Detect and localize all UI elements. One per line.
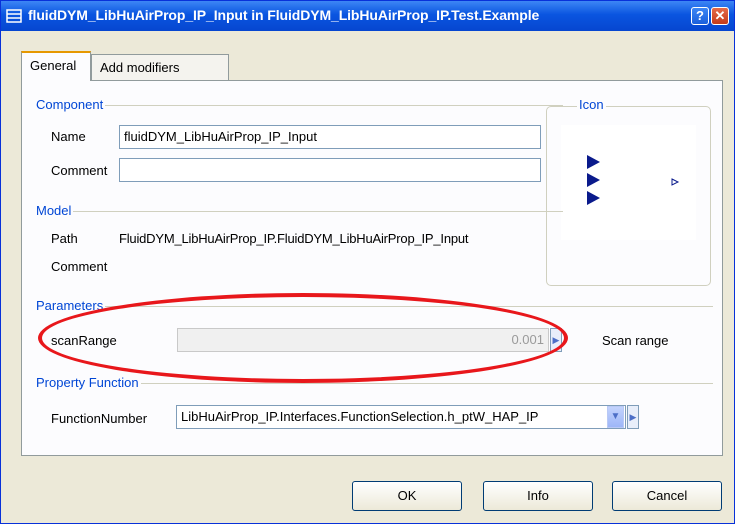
- name-label: Name: [51, 129, 86, 144]
- scan-range-field[interactable]: 0.001: [177, 328, 549, 352]
- name-field[interactable]: fluidDYM_LibHuAirProp_IP_Input: [119, 125, 541, 149]
- scan-range-arrow-icon[interactable]: ▶: [550, 328, 562, 352]
- comment-field[interactable]: [119, 158, 541, 182]
- component-icon-preview: [561, 125, 696, 240]
- model-group-line: [41, 211, 563, 212]
- model-comment-label: Comment: [51, 259, 108, 274]
- function-number-select[interactable]: LibHuAirProp_IP.Interfaces.FunctionSelec…: [176, 405, 626, 429]
- title-bar[interactable]: fluidDYM_LibHuAirProp_IP_Input in FluidD…: [1, 1, 734, 31]
- icon-group-label: Icon: [577, 97, 606, 112]
- model-group-label: Model: [36, 203, 74, 218]
- tab-general[interactable]: General: [21, 51, 91, 81]
- function-number-arrow-icon[interactable]: ▶: [627, 405, 639, 429]
- parameters-group-line: [41, 306, 713, 307]
- window-title: fluidDYM_LibHuAirProp_IP_Input in FluidD…: [28, 7, 540, 23]
- dialog-window: fluidDYM_LibHuAirProp_IP_Input in FluidD…: [0, 0, 735, 524]
- component-group-label: Component: [36, 97, 106, 112]
- parameters-group-label: Parameters: [36, 298, 106, 313]
- property-function-group-line: [41, 383, 713, 384]
- help-button[interactable]: ?: [691, 7, 709, 25]
- ok-button[interactable]: OK: [352, 481, 462, 511]
- scan-range-label: scanRange: [51, 333, 117, 348]
- close-button[interactable]: ✕: [711, 7, 729, 25]
- connector-icon: [587, 155, 680, 205]
- path-label: Path: [51, 231, 78, 246]
- info-button[interactable]: Info: [483, 481, 593, 511]
- tab-add-modifiers[interactable]: Add modifiers: [91, 54, 229, 80]
- chevron-down-icon[interactable]: ▼: [607, 406, 624, 428]
- component-group-line: [41, 105, 563, 106]
- scan-range-description: Scan range: [602, 333, 669, 348]
- property-function-group-label: Property Function: [36, 375, 141, 390]
- cancel-button[interactable]: Cancel: [612, 481, 722, 511]
- comment-label: Comment: [51, 163, 108, 178]
- path-value: FluidDYM_LibHuAirProp_IP.FluidDYM_LibHuA…: [119, 231, 469, 246]
- function-number-label: FunctionNumber: [51, 411, 148, 426]
- window-icon: [6, 9, 22, 23]
